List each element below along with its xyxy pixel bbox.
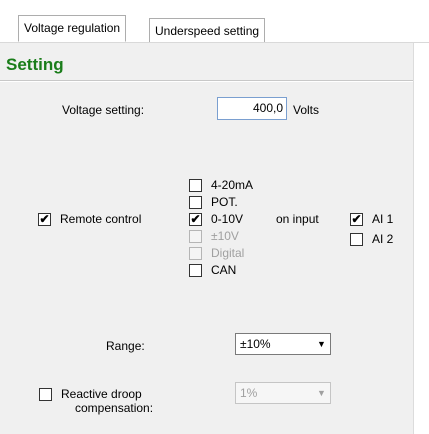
option-pot-label: POT.: [211, 195, 238, 209]
option-4-20ma-checkbox[interactable]: [189, 179, 202, 192]
tab-voltage-regulation[interactable]: Voltage regulation: [18, 15, 127, 42]
option-10v-checkbox: [189, 230, 202, 243]
option-digital-label: Digital: [211, 246, 245, 260]
checkmark-icon: ✔: [39, 212, 50, 226]
option-4-20ma-label: 4-20mA: [211, 178, 254, 192]
voltage-unit-label: Volts: [293, 103, 320, 117]
option-10v-label: ±10V: [211, 229, 239, 243]
on-input-label: on input: [276, 212, 319, 226]
checkmark-icon: ✔: [351, 212, 362, 226]
reactive-droop-dropdown: 1% ▼: [235, 382, 331, 404]
option-can-label: CAN: [211, 263, 237, 277]
range-label: Range:: [106, 339, 145, 353]
section-title: Setting: [6, 55, 64, 74]
reactive-droop-label: Reactive droop: [61, 387, 142, 401]
section-divider-highlight: [0, 81, 413, 82]
input-ai1-label: AI 1: [372, 212, 394, 226]
range-value: ±10%: [240, 337, 271, 351]
tab-underspeed-setting[interactable]: Underspeed setting: [149, 18, 266, 42]
chevron-down-icon: ▼: [317, 388, 326, 398]
voltage-setting-label: Voltage setting:: [62, 103, 145, 117]
reactive-droop-value: 1%: [240, 386, 258, 400]
remote-control-checkbox[interactable]: ✔: [38, 213, 51, 226]
remote-control-label: Remote control: [60, 212, 142, 226]
input-ai2-label: AI 2: [372, 232, 394, 246]
reactive-droop-label-2: compensation:: [75, 401, 154, 415]
option-0-10v-label: 0-10V: [211, 212, 244, 226]
option-can-checkbox[interactable]: [189, 264, 202, 277]
chevron-down-icon[interactable]: ▼: [313, 334, 330, 354]
option-0-10v-checkbox[interactable]: ✔: [189, 213, 202, 226]
range-dropdown[interactable]: ±10% ▼: [235, 333, 331, 355]
option-digital-checkbox: [189, 247, 202, 260]
input-ai2-checkbox[interactable]: [350, 233, 363, 246]
voltage-setting-input[interactable]: 400,0: [217, 97, 287, 120]
option-pot-checkbox[interactable]: [189, 196, 202, 209]
checkmark-icon: ✔: [190, 212, 201, 226]
reactive-droop-checkbox[interactable]: [39, 388, 52, 401]
input-ai1-checkbox[interactable]: ✔: [350, 213, 363, 226]
